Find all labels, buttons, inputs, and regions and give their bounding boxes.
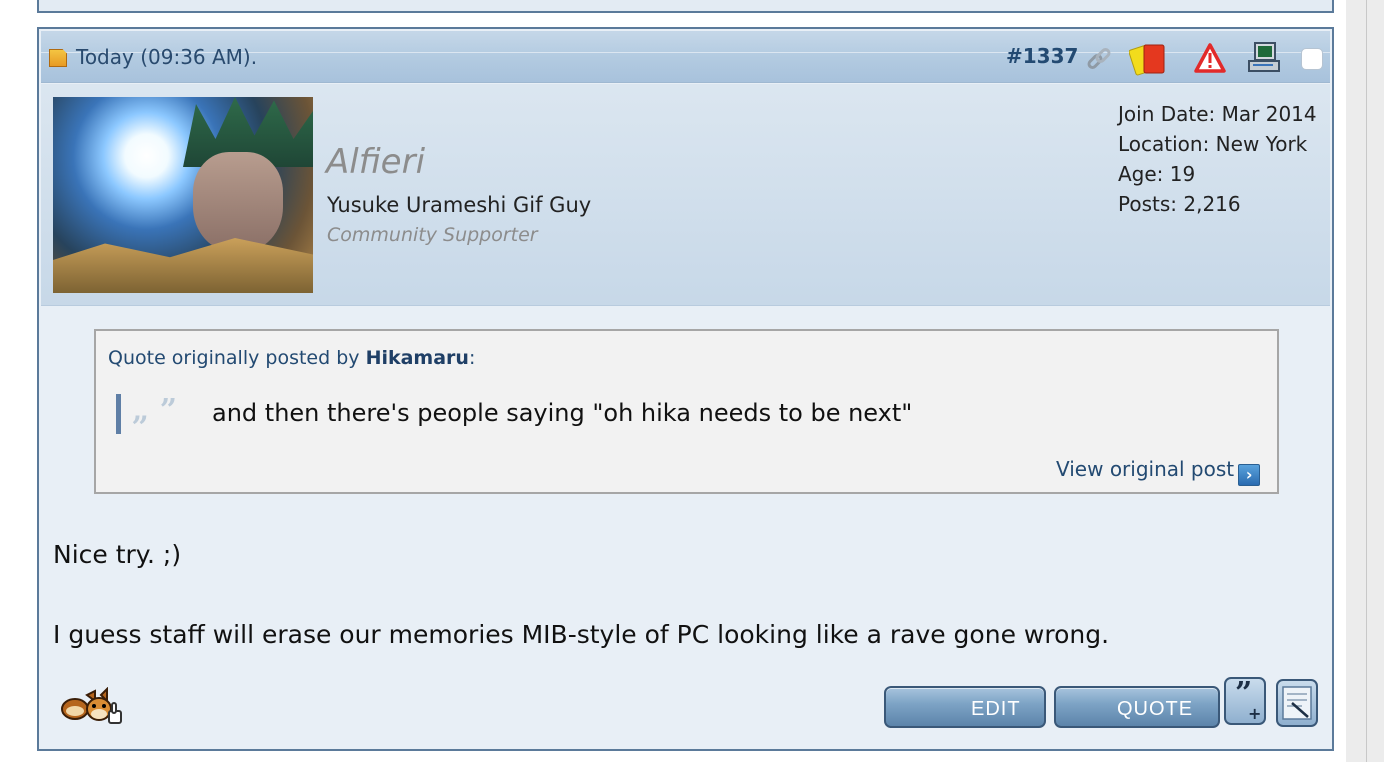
fox-thumbs-up-icon[interactable] [59,687,127,727]
svg-text:+: + [1248,704,1261,723]
message-line: Nice try. ;) [53,540,182,569]
quick-reply-icon [1282,686,1312,720]
previous-post-bottom [37,0,1334,13]
user-title: Yusuke Urameshi Gif Guy [327,193,592,217]
warning-icon[interactable] [1194,42,1226,74]
user-info-panel: Alfieri Yusuke Urameshi Gif Guy Communit… [41,84,1330,306]
quick-reply-button[interactable] [1276,679,1318,727]
computer-icon[interactable] [1247,41,1281,75]
post-date-icon [49,49,67,67]
post-message: Nice try. ;) I guess staff will erase ou… [53,535,1109,655]
select-post-checkbox[interactable] [1301,48,1323,70]
yellow-red-card-icon[interactable] [1129,42,1169,76]
multiquote-button[interactable]: ” + [1224,676,1266,725]
view-original-post-link[interactable]: View original post › [1056,457,1261,486]
window-right-edge [1346,0,1384,762]
age: Age: 19 [1118,162,1196,186]
quote-box: Quote originally posted by Hikamaru: „ ”… [94,329,1279,494]
edit-button[interactable]: EDIT [884,686,1046,728]
arrow-right-icon: › [1238,464,1261,486]
user-stats: Join Date: Mar 2014 Location: New York A… [1118,99,1317,219]
link-icon[interactable] [1084,44,1114,74]
forum-post: Today (09:36 AM). #1337 Alfieri Yusuke U… [37,27,1334,751]
location: Location: New York [1118,132,1308,156]
user-rank: Community Supporter [327,224,538,246]
post-number-link[interactable]: #1337 [1006,44,1078,68]
quote-button[interactable]: QUOTE [1054,686,1220,728]
post-header: Today (09:36 AM). #1337 [41,31,1330,83]
post-count: Posts: 2,216 [1118,192,1241,216]
avatar[interactable] [53,97,313,293]
quote-author-link[interactable]: Hikamaru [366,347,469,369]
username-link[interactable]: Alfieri [326,142,425,182]
join-date: Join Date: Mar 2014 [1118,102,1317,126]
post-date: Today (09:36 AM). [76,45,258,69]
quote-marks-icon: „ ” [132,393,177,428]
multiquote-icon: ” + [1235,676,1261,723]
quote-attribution: Quote originally posted by Hikamaru: [108,347,476,369]
quote-bar [116,394,121,434]
quote-text: and then there's people saying "oh hika … [212,399,913,427]
message-line: I guess staff will erase our memories MI… [53,620,1110,649]
